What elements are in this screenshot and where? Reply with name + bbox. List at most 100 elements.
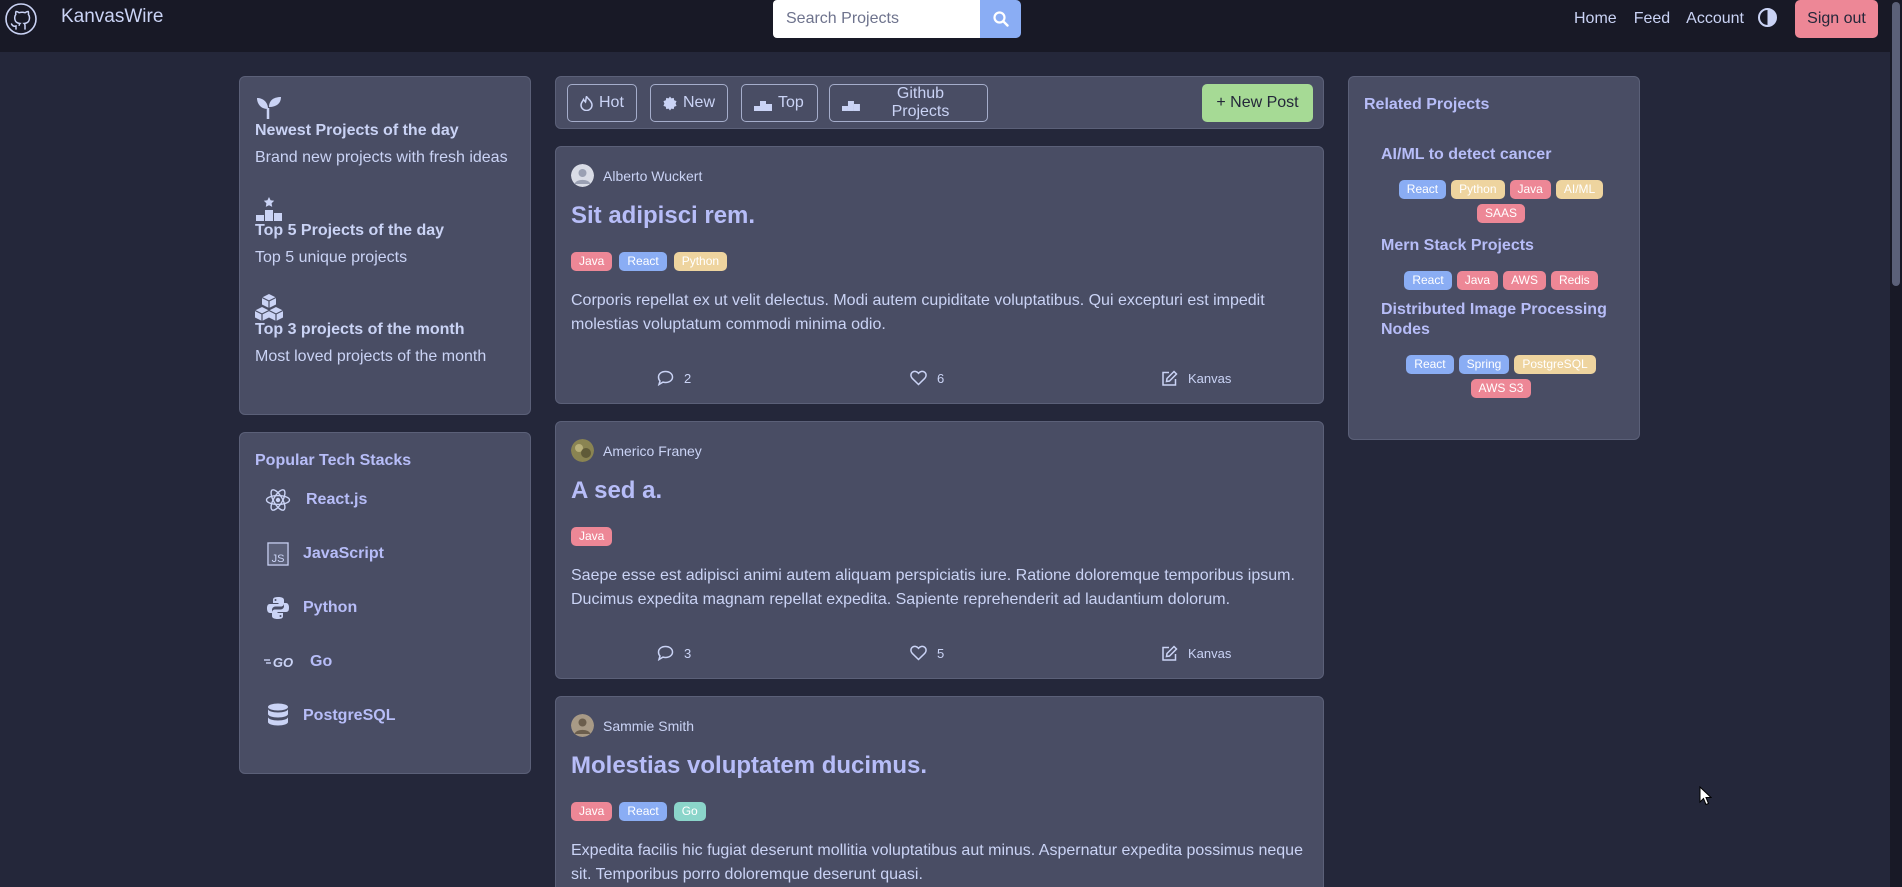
highlight-desc: Brand new projects with fresh ideas xyxy=(255,149,508,166)
like-button[interactable]: 6 xyxy=(910,370,944,386)
post-title[interactable]: A sed a. xyxy=(571,477,662,505)
post-card[interactable]: Americo Franey A sed a. Java Saepe esse … xyxy=(555,421,1324,679)
sign-out-button[interactable]: Sign out xyxy=(1795,0,1878,38)
stack-item-postgresql[interactable]: PostgreSQL xyxy=(264,702,395,730)
contrast-icon[interactable] xyxy=(1757,7,1778,28)
stack-label: JavaScript xyxy=(303,545,384,562)
podium-icon xyxy=(754,100,772,111)
tag-postgresql[interactable]: PostgreSQL xyxy=(1514,355,1596,374)
post-author[interactable]: Alberto Wuckert xyxy=(571,164,702,187)
related-heading: Related Projects xyxy=(1364,96,1490,113)
comment-button[interactable]: 3 xyxy=(657,645,691,661)
tag-aws-s3[interactable]: AWS S3 xyxy=(1470,379,1532,398)
post-body: Corporis repellat ex ut velit delectus. … xyxy=(571,292,1265,333)
search-icon xyxy=(992,11,1009,27)
post-body: Saepe esse est adipisci animi autem aliq… xyxy=(571,567,1295,608)
python-icon xyxy=(267,597,289,619)
post-actions: 2 6 Kanvas xyxy=(556,370,1323,392)
svg-text:GO: GO xyxy=(273,655,293,670)
tag-java[interactable]: Java xyxy=(571,252,613,271)
comment-count: 2 xyxy=(684,370,692,386)
post-card[interactable]: Alberto Wuckert Sit adipisci rem. Java R… xyxy=(555,146,1324,404)
filter-hot-button[interactable]: Hot xyxy=(567,84,637,122)
like-button[interactable]: 5 xyxy=(910,645,944,661)
edit-button[interactable]: Kanvas xyxy=(1161,645,1231,662)
post-card[interactable]: Sammie Smith Molestias voluptatem ducimu… xyxy=(555,696,1324,887)
search-input[interactable] xyxy=(773,0,980,38)
tag-react[interactable]: React xyxy=(619,252,667,271)
nav-link-account[interactable]: Account xyxy=(1686,10,1744,28)
tag-spring[interactable]: Spring xyxy=(1458,355,1510,374)
filter-label: New xyxy=(682,94,715,111)
tag-saas[interactable]: SAAS xyxy=(1476,204,1525,223)
comment-count: 3 xyxy=(684,645,692,661)
related-project-title[interactable]: Distributed Image Processing Nodes xyxy=(1381,300,1621,340)
highlight-top3[interactable]: Top 3 projects of the month Most loved p… xyxy=(255,293,486,366)
github-icon[interactable] xyxy=(4,2,38,36)
react-icon xyxy=(265,489,291,511)
filter-new-button[interactable]: New xyxy=(650,84,728,122)
post-title[interactable]: Sit adipisci rem. xyxy=(571,202,755,230)
avatar xyxy=(571,714,594,737)
stack-item-react[interactable]: React.js xyxy=(264,486,367,514)
tag-python[interactable]: Python xyxy=(1451,180,1505,199)
related-project-tags: React Python Java AI/ML SAAS xyxy=(1381,180,1621,223)
post-title[interactable]: Molestias voluptatem ducimus. xyxy=(571,752,927,780)
filter-label: Github Projects xyxy=(891,85,950,120)
nav-link-home[interactable]: Home xyxy=(1574,10,1617,28)
stack-item-javascript[interactable]: JS JavaScript xyxy=(264,540,384,568)
filter-label: Top xyxy=(778,94,804,111)
stack-label: PostgreSQL xyxy=(303,707,396,724)
tag-redis[interactable]: Redis xyxy=(1550,271,1598,290)
highlight-title: Top 5 Projects of the day xyxy=(255,222,445,239)
highlight-newest[interactable]: Newest Projects of the day Brand new pro… xyxy=(255,94,508,167)
highlight-desc: Most loved projects of the month xyxy=(255,348,487,365)
javascript-icon: JS xyxy=(267,542,289,566)
comment-icon xyxy=(657,370,674,386)
scrollbar[interactable] xyxy=(1890,0,1902,887)
highlight-top5[interactable]: Top 5 Projects of the day Top 5 unique p… xyxy=(255,194,444,267)
fire-icon xyxy=(580,95,593,111)
stack-label: Go xyxy=(310,653,333,670)
edit-button[interactable]: Kanvas xyxy=(1161,370,1231,387)
comment-button[interactable]: 2 xyxy=(657,370,691,386)
scrollbar-thumb[interactable] xyxy=(1892,2,1900,286)
database-icon xyxy=(268,703,288,726)
cubes-icon xyxy=(255,294,283,321)
tag-aiml[interactable]: AI/ML xyxy=(1555,180,1604,199)
tag-react[interactable]: React xyxy=(619,802,667,821)
nav-links: Home Feed Account xyxy=(1574,10,1744,28)
tag-java[interactable]: Java xyxy=(571,527,613,546)
tag-react[interactable]: React xyxy=(1404,271,1452,290)
tag-react[interactable]: React xyxy=(1406,355,1454,374)
post-author[interactable]: Americo Franey xyxy=(571,439,702,462)
related-project-title[interactable]: Mern Stack Projects xyxy=(1381,236,1621,256)
post-tags: Java xyxy=(571,527,613,546)
post-tags: Java React Go xyxy=(571,802,706,821)
related-project-title[interactable]: AI/ML to detect cancer xyxy=(1381,145,1621,165)
tag-java[interactable]: Java xyxy=(571,802,613,821)
tag-python[interactable]: Python xyxy=(673,252,728,271)
related-projects-panel: Related Projects AI/ML to detect cancer … xyxy=(1348,76,1640,440)
highlight-title: Top 3 projects of the month xyxy=(255,321,465,338)
heart-icon xyxy=(910,645,927,661)
top-navbar: KanvasWire Home Feed Account Sign out xyxy=(0,0,1890,52)
stack-item-python[interactable]: Python xyxy=(264,594,357,622)
filter-top-button[interactable]: Top xyxy=(741,84,818,122)
post-tags: Java React Python xyxy=(571,252,728,271)
filter-github-projects-button[interactable]: Github Projects xyxy=(829,84,988,122)
stack-item-go[interactable]: GO Go xyxy=(264,648,332,676)
tag-java[interactable]: Java xyxy=(1456,271,1499,290)
nav-link-feed[interactable]: Feed xyxy=(1634,10,1670,28)
search-button[interactable] xyxy=(980,0,1021,38)
tag-go[interactable]: Go xyxy=(673,802,706,821)
new-post-button[interactable]: + New Post xyxy=(1202,84,1313,122)
brand-name[interactable]: KanvasWire xyxy=(61,6,163,28)
stacks-heading: Popular Tech Stacks xyxy=(255,452,412,469)
tag-aws[interactable]: AWS xyxy=(1503,271,1546,290)
podium-icon xyxy=(842,100,860,111)
edit-label: Kanvas xyxy=(1188,646,1232,661)
post-author[interactable]: Sammie Smith xyxy=(571,714,694,737)
tag-react[interactable]: React xyxy=(1398,180,1447,199)
tag-java[interactable]: Java xyxy=(1509,180,1551,199)
